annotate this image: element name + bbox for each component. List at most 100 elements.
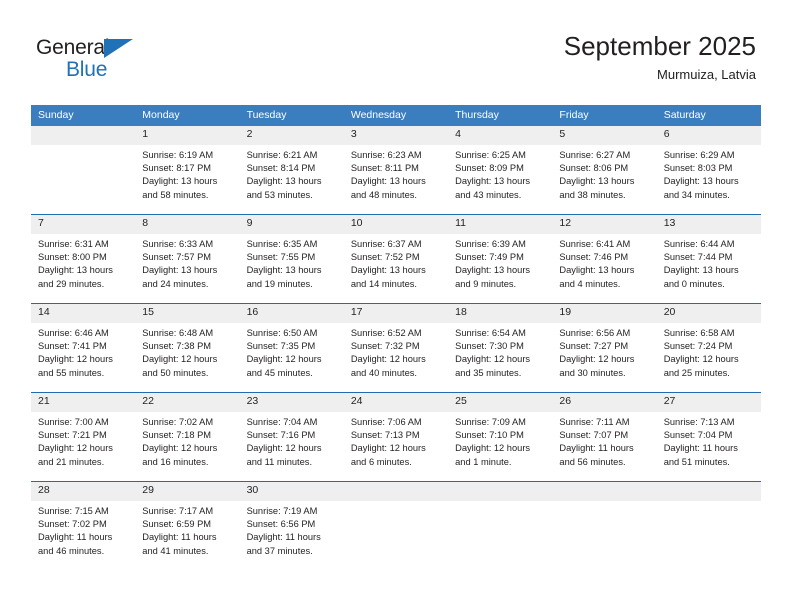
general-blue-logo[interactable]: General Blue [36, 36, 166, 86]
daylight-text-line2: and 24 minutes. [142, 278, 209, 289]
day-cell-details: Sunrise: 6:54 AM Sunset: 7:30 PM Dayligh… [448, 323, 553, 392]
day-cell-number[interactable]: 25 [448, 393, 553, 412]
sunset-text: Sunset: 8:00 PM [38, 252, 107, 263]
day-cell-number[interactable]: 13 [656, 215, 761, 234]
sunrise-text: Sunrise: 6:29 AM [663, 150, 735, 160]
day-cell-details: Sunrise: 6:58 AM Sunset: 7:24 PM Dayligh… [656, 323, 761, 392]
day-cell-number[interactable] [656, 482, 761, 501]
sunrise-text: Sunrise: 6:58 AM [663, 328, 735, 338]
daylight-text-line2: and 45 minutes. [246, 367, 313, 378]
day-cell-number[interactable]: 28 [31, 482, 136, 501]
day-cell-details: Sunrise: 6:50 AM Sunset: 7:35 PM Dayligh… [239, 323, 344, 392]
sunrise-text: Sunrise: 6:50 AM [246, 328, 318, 338]
sunset-text: Sunset: 7:55 PM [246, 252, 316, 263]
daylight-text-line2: and 25 minutes. [663, 367, 730, 378]
daylight-text-line1: Daylight: 12 hours [142, 354, 218, 365]
day-cell-details: Sunrise: 7:06 AM Sunset: 7:13 PM Dayligh… [343, 412, 449, 481]
day-cell-details: Sunrise: 7:15 AM Sunset: 7:02 PM Dayligh… [31, 501, 136, 570]
day-cell-number[interactable]: 2 [239, 126, 344, 145]
day-cell-details: Sunrise: 6:29 AM Sunset: 8:03 PM Dayligh… [656, 145, 761, 214]
calendar-page: General Blue September 2025 Murmuiza, La… [0, 0, 792, 612]
day-cell-details: Sunrise: 6:35 AM Sunset: 7:55 PM Dayligh… [239, 234, 344, 303]
sunrise-text: Sunrise: 6:48 AM [142, 328, 214, 338]
daylight-text-line2: and 41 minutes. [142, 545, 209, 556]
day-cell-number[interactable]: 21 [31, 393, 136, 412]
day-cell-number[interactable] [552, 482, 657, 501]
page-title: September 2025 [563, 31, 756, 61]
day-cell-number[interactable]: 18 [448, 304, 553, 323]
day-cell-details: Sunrise: 7:11 AM Sunset: 7:07 PM Dayligh… [552, 412, 657, 481]
sunset-text: Sunset: 7:02 PM [38, 519, 107, 530]
day-cell-number[interactable]: 11 [448, 215, 553, 234]
daylight-text-line2: and 4 minutes. [559, 278, 621, 289]
daylight-text-line1: Daylight: 13 hours [663, 265, 739, 276]
day-cell-number[interactable]: 3 [343, 126, 449, 145]
day-cell-details: Sunrise: 6:25 AM Sunset: 8:09 PM Dayligh… [448, 145, 553, 214]
daylight-text-line2: and 56 minutes. [559, 456, 626, 467]
day-cell-number[interactable] [343, 482, 449, 501]
week-3-detail-row: Sunrise: 6:46 AM Sunset: 7:41 PM Dayligh… [31, 323, 761, 392]
day-cell-number[interactable]: 6 [656, 126, 761, 145]
day-cell-number[interactable]: 22 [135, 393, 240, 412]
sunrise-text: Sunrise: 7:04 AM [246, 417, 318, 427]
day-cell-number[interactable]: 16 [239, 304, 344, 323]
sunset-text: Sunset: 7:07 PM [559, 430, 629, 441]
sunrise-text: Sunrise: 6:27 AM [559, 150, 631, 160]
sunrise-sunset-calendar-table: Sunday Monday Tuesday Wednesday Thursday… [31, 105, 761, 570]
day-cell-details: Sunrise: 7:04 AM Sunset: 7:16 PM Dayligh… [239, 412, 344, 481]
day-cell-number[interactable]: 19 [552, 304, 657, 323]
sunset-text: Sunset: 8:09 PM [455, 163, 524, 174]
day-cell-details: Sunrise: 6:39 AM Sunset: 7:49 PM Dayligh… [448, 234, 553, 303]
sunset-text: Sunset: 7:16 PM [246, 430, 316, 441]
day-cell-number[interactable]: 17 [343, 304, 449, 323]
day-cell-number[interactable]: 1 [135, 126, 240, 145]
day-cell-number[interactable]: 24 [343, 393, 449, 412]
sunrise-text: Sunrise: 6:19 AM [142, 150, 214, 160]
sunset-text: Sunset: 7:18 PM [142, 430, 212, 441]
logo-text-blue: Blue [66, 58, 108, 81]
sunset-text: Sunset: 7:04 PM [663, 430, 733, 441]
sunrise-text: Sunrise: 6:56 AM [559, 328, 631, 338]
day-cell-number[interactable]: 26 [552, 393, 657, 412]
day-cell-number[interactable]: 9 [239, 215, 344, 234]
weekday-header-sunday: Sunday [31, 105, 136, 126]
sunset-text: Sunset: 8:03 PM [663, 163, 733, 174]
day-cell-details: Sunrise: 6:37 AM Sunset: 7:52 PM Dayligh… [343, 234, 449, 303]
day-cell-number[interactable]: 30 [239, 482, 344, 501]
daylight-text-line2: and 43 minutes. [455, 189, 522, 200]
sunrise-text: Sunrise: 6:21 AM [246, 150, 318, 160]
daylight-text-line1: Daylight: 13 hours [455, 176, 531, 187]
day-cell-details: Sunrise: 7:17 AM Sunset: 6:59 PM Dayligh… [135, 501, 240, 570]
day-cell-number[interactable]: 4 [448, 126, 553, 145]
sunrise-text: Sunrise: 7:11 AM [559, 417, 630, 427]
daylight-text-line1: Daylight: 12 hours [246, 354, 322, 365]
day-cell-number[interactable]: 27 [656, 393, 761, 412]
sunset-text: Sunset: 7:13 PM [350, 430, 420, 441]
day-cell-number[interactable]: 15 [135, 304, 240, 323]
day-cell-number[interactable] [448, 482, 553, 501]
daylight-text-line2: and 29 minutes. [38, 278, 105, 289]
daylight-text-line2: and 16 minutes. [142, 456, 209, 467]
day-cell-number[interactable]: 7 [31, 215, 136, 234]
sunset-text: Sunset: 7:35 PM [246, 341, 316, 352]
day-cell-details: Sunrise: 6:23 AM Sunset: 8:11 PM Dayligh… [343, 145, 449, 214]
day-cell-number[interactable]: 14 [31, 304, 136, 323]
day-cell-number[interactable]: 12 [552, 215, 657, 234]
day-cell-number[interactable]: 29 [135, 482, 240, 501]
daylight-text-line1: Daylight: 13 hours [455, 265, 531, 276]
day-cell-number[interactable] [31, 126, 136, 145]
sunset-text: Sunset: 7:38 PM [142, 341, 212, 352]
day-cell-details: Sunrise: 6:27 AM Sunset: 8:06 PM Dayligh… [552, 145, 657, 214]
sunset-text: Sunset: 7:30 PM [455, 341, 524, 352]
day-cell-number[interactable]: 20 [656, 304, 761, 323]
daylight-text-line1: Daylight: 11 hours [142, 532, 217, 543]
day-cell-number[interactable]: 10 [343, 215, 449, 234]
daylight-text-line1: Daylight: 12 hours [350, 354, 426, 365]
title-block: September 2025 Murmuiza, Latvia [564, 30, 756, 83]
day-cell-number[interactable]: 5 [552, 126, 657, 145]
daylight-text-line1: Daylight: 11 hours [663, 443, 738, 454]
daylight-text-line2: and 0 minutes. [663, 278, 725, 289]
day-cell-number[interactable]: 23 [239, 393, 344, 412]
day-cell-number[interactable]: 8 [135, 215, 240, 234]
day-cell-details: Sunrise: 7:09 AM Sunset: 7:10 PM Dayligh… [448, 412, 553, 481]
